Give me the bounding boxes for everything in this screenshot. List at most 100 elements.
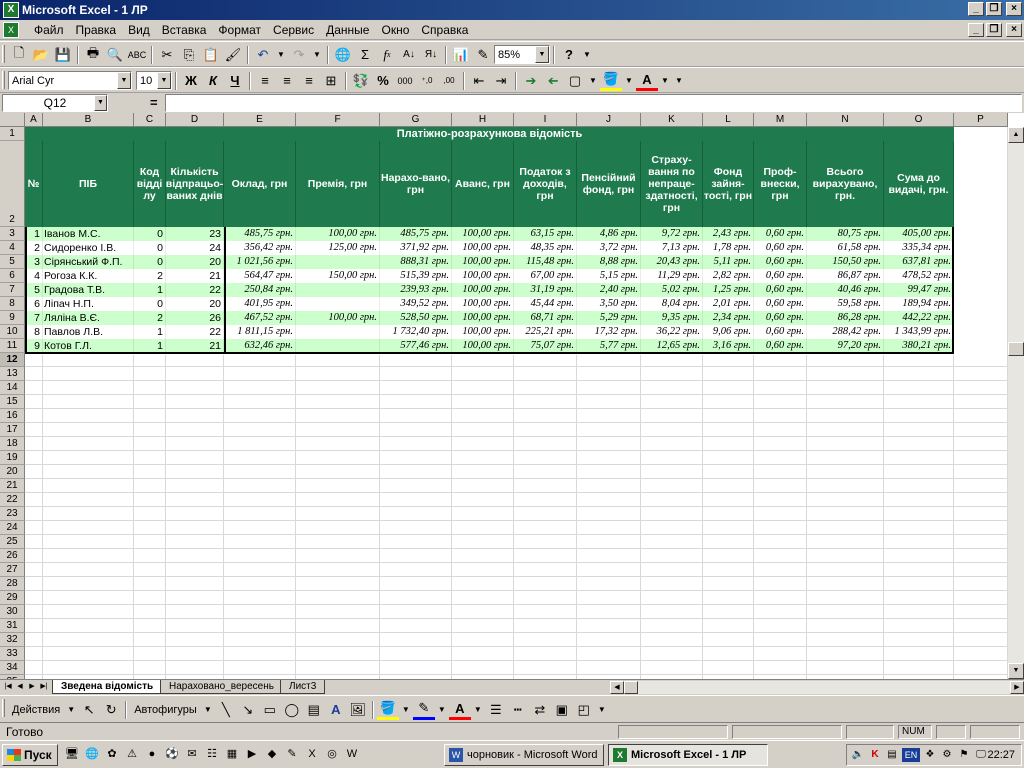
line-icon[interactable]: ╲ bbox=[215, 699, 237, 720]
table-cell[interactable]: 380,21 грн. bbox=[884, 339, 954, 353]
table-cell[interactable]: 3 bbox=[25, 255, 43, 269]
table-cell[interactable]: 1 811,15 грн. bbox=[224, 325, 296, 339]
next-sheet-icon[interactable]: ▶ bbox=[26, 681, 38, 693]
table-cell[interactable]: Котов Г.Л. bbox=[43, 339, 134, 353]
font-name-combo[interactable]: Arial Cyr ▼ bbox=[8, 71, 132, 90]
name-box[interactable]: Q12 ▼ bbox=[2, 94, 108, 112]
table-cell[interactable]: 0 bbox=[134, 227, 166, 241]
menu-insert[interactable]: Вставка bbox=[156, 23, 213, 37]
table-cell[interactable]: 5,02 грн. bbox=[641, 283, 703, 297]
table-cell[interactable]: 1 343,99 грн. bbox=[884, 325, 954, 339]
row-header[interactable]: 5 bbox=[0, 255, 25, 269]
column-title[interactable]: Кількість відпрацьо-ваних днів bbox=[166, 141, 224, 227]
column-header[interactable]: I bbox=[514, 113, 577, 127]
row-header[interactable]: 3 bbox=[0, 227, 25, 241]
table-cell[interactable]: 75,07 грн. bbox=[514, 339, 577, 353]
menu-window[interactable]: Окно bbox=[375, 23, 415, 37]
table-cell[interactable]: 59,58 грн. bbox=[807, 297, 884, 311]
table-cell[interactable]: 2,82 грн. bbox=[703, 269, 754, 283]
table-cell[interactable]: 63,15 грн. bbox=[514, 227, 577, 241]
table-cell[interactable]: 2 bbox=[134, 311, 166, 325]
dash-style-icon[interactable]: ┅ bbox=[507, 699, 529, 720]
table-cell[interactable]: Ліпач Н.П. bbox=[43, 297, 134, 311]
underline-button[interactable]: Ч bbox=[224, 70, 246, 91]
merge-center-icon[interactable]: ⊞ bbox=[320, 70, 342, 91]
table-cell[interactable]: 528,50 грн. bbox=[380, 311, 452, 325]
line-style-icon[interactable]: ☰ bbox=[485, 699, 507, 720]
horizontal-scroll-thumb[interactable] bbox=[624, 681, 638, 694]
table-cell[interactable]: 2,34 грн. bbox=[703, 311, 754, 325]
table-cell[interactable]: 5,11 грн. bbox=[703, 255, 754, 269]
new-icon[interactable]: 🗋 bbox=[8, 44, 30, 65]
draw-font-color-icon[interactable]: A bbox=[448, 699, 471, 720]
start-button[interactable]: Пуск bbox=[2, 744, 58, 766]
row-header[interactable]: 10 bbox=[0, 325, 25, 339]
table-cell[interactable]: 1 732,40 грн. bbox=[380, 325, 452, 339]
table-cell[interactable]: 12,65 грн. bbox=[641, 339, 703, 353]
line-color-dropdown-icon[interactable]: ▼ bbox=[435, 699, 449, 720]
column-title[interactable]: Пенсійний фонд, грн bbox=[577, 141, 641, 227]
row-header[interactable]: 27 bbox=[0, 563, 25, 577]
table-cell[interactable]: 100,00 грн. bbox=[452, 269, 514, 283]
table-cell[interactable]: 1 bbox=[134, 325, 166, 339]
3d-icon[interactable]: ◰ bbox=[573, 699, 595, 720]
table-cell[interactable]: 2,40 грн. bbox=[577, 283, 641, 297]
table-cell[interactable]: 8,04 грн. bbox=[641, 297, 703, 311]
column-title[interactable]: Сума до видачі, грн. bbox=[884, 141, 954, 227]
row-header[interactable]: 19 bbox=[0, 451, 25, 465]
currency-icon[interactable]: 💱 bbox=[350, 70, 372, 91]
table-cell[interactable]: 577,46 грн. bbox=[380, 339, 452, 353]
borders-dropdown-icon[interactable]: ▼ bbox=[586, 70, 600, 91]
row-header[interactable]: 6 bbox=[0, 269, 25, 283]
row-header[interactable]: 13 bbox=[0, 367, 25, 381]
help-icon[interactable]: ? bbox=[558, 44, 580, 65]
volume-icon[interactable]: 🔈 bbox=[851, 748, 865, 762]
draw-fill-dropdown-icon[interactable]: ▼ bbox=[399, 699, 413, 720]
menu-format[interactable]: Формат bbox=[212, 23, 267, 37]
table-cell[interactable]: 9,72 грн. bbox=[641, 227, 703, 241]
table-cell[interactable]: 637,81 грн. bbox=[884, 255, 954, 269]
decrease-indent-icon[interactable]: ⇤ bbox=[468, 70, 490, 91]
print-icon[interactable]: 🖶 bbox=[82, 44, 104, 65]
cut-icon[interactable]: ✂ bbox=[156, 44, 178, 65]
app-icon[interactable]: X bbox=[304, 746, 320, 762]
column-title[interactable]: Оклад, грн bbox=[224, 141, 296, 227]
row-header[interactable]: 15 bbox=[0, 395, 25, 409]
table-cell[interactable]: 100,00 грн. bbox=[452, 325, 514, 339]
table-cell[interactable]: Іванов М.С. bbox=[43, 227, 134, 241]
row-header[interactable]: 4 bbox=[0, 241, 25, 255]
app-icon[interactable]: ▶ bbox=[244, 746, 260, 762]
table-cell[interactable]: 564,47 грн. bbox=[224, 269, 296, 283]
table-cell[interactable]: 61,58 грн. bbox=[807, 241, 884, 255]
menu-file[interactable]: Файл bbox=[28, 23, 70, 37]
table-cell[interactable]: 0,60 грн. bbox=[754, 269, 807, 283]
table-cell[interactable]: 0,60 грн. bbox=[754, 325, 807, 339]
sheet-title[interactable]: Платіжно-розрахункова відомість bbox=[25, 127, 954, 141]
table-cell[interactable]: 11,29 грн. bbox=[641, 269, 703, 283]
increase-indent-icon[interactable]: ⇥ bbox=[490, 70, 512, 91]
language-indicator[interactable]: EN bbox=[902, 748, 920, 762]
table-cell[interactable]: 888,31 грн. bbox=[380, 255, 452, 269]
row-header[interactable]: 26 bbox=[0, 549, 25, 563]
row-header[interactable]: 17 bbox=[0, 423, 25, 437]
table-cell[interactable]: 6 bbox=[25, 297, 43, 311]
decrease-decimal-button[interactable]: ,00 bbox=[438, 70, 460, 91]
thousands-button[interactable]: 000 bbox=[394, 70, 416, 91]
table-cell[interactable]: 405,00 грн. bbox=[884, 227, 954, 241]
table-cell[interactable]: 23 bbox=[166, 227, 224, 241]
rotate-icon[interactable]: ↻ bbox=[100, 699, 122, 720]
worksheet-grid[interactable]: Платіжно-розрахункова відомість ABCDEFGH… bbox=[0, 113, 1024, 679]
formula-equals[interactable]: = bbox=[150, 95, 158, 110]
app-icon[interactable]: ☷ bbox=[204, 746, 220, 762]
table-cell[interactable]: 515,39 грн. bbox=[380, 269, 452, 283]
column-header[interactable]: J bbox=[577, 113, 641, 127]
actions-dropdown-icon[interactable]: ▼ bbox=[64, 699, 78, 720]
vertical-scroll-thumb[interactable] bbox=[1008, 342, 1024, 356]
table-cell[interactable]: 100,00 грн. bbox=[452, 255, 514, 269]
row-header[interactable]: 11 bbox=[0, 339, 25, 353]
table-cell[interactable]: 26 bbox=[166, 311, 224, 325]
toolbar-grip[interactable] bbox=[2, 45, 5, 63]
table-cell[interactable]: 125,00 грн. bbox=[296, 241, 380, 255]
doc-minimize-button[interactable]: _ bbox=[968, 23, 984, 37]
doc-close-button[interactable]: × bbox=[1006, 23, 1022, 37]
